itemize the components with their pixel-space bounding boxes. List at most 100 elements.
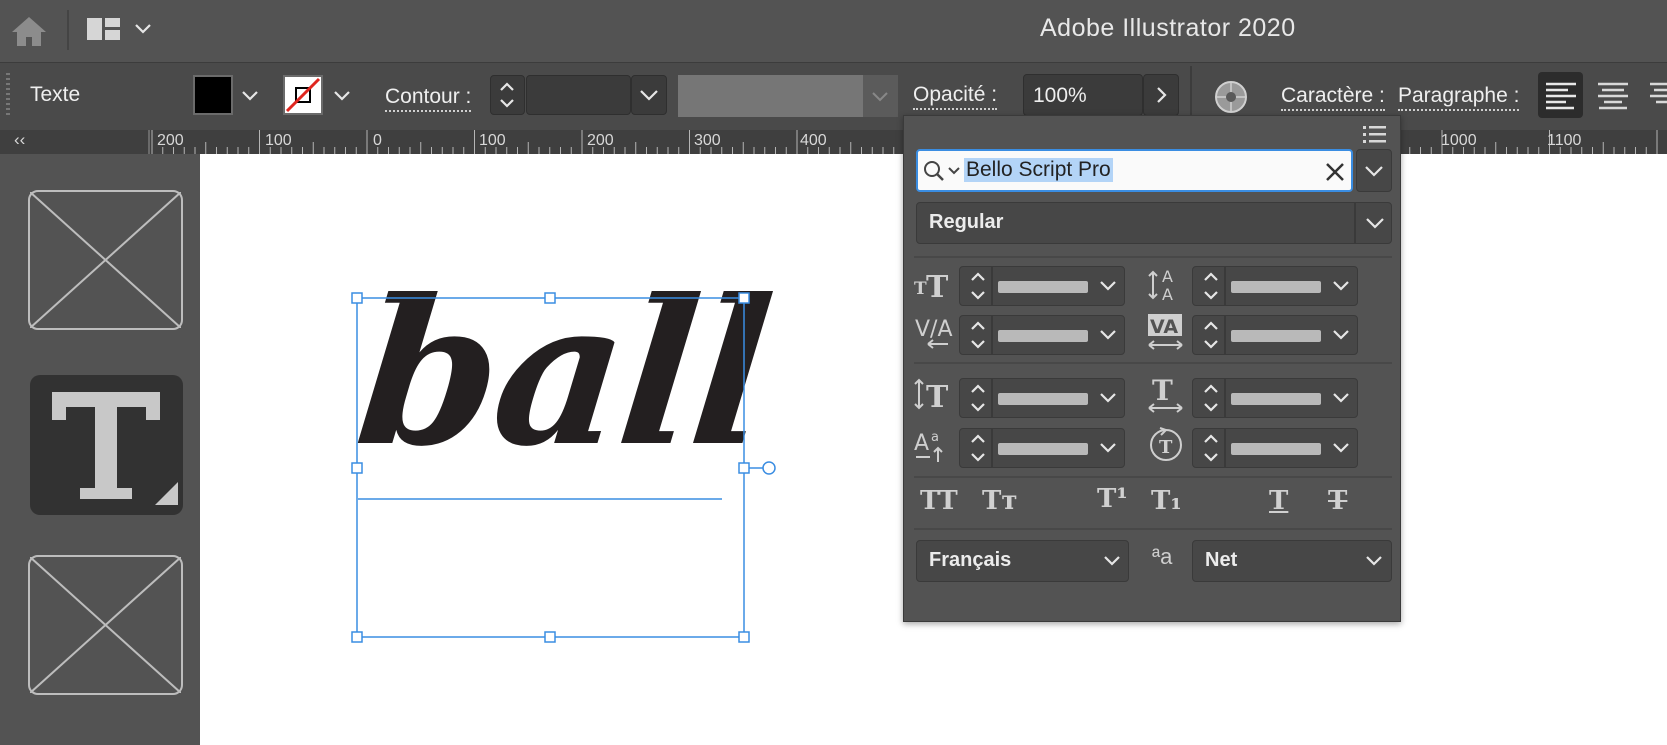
horizontal-ruler: ‹‹ 200 100 0 100 200 300 400 1000 1100	[0, 130, 1667, 154]
character-panel: Bello Script Pro Regular TT AA V/A VA T …	[903, 115, 1401, 622]
align-right-icon	[1650, 82, 1667, 104]
svg-text:T: T	[926, 270, 949, 304]
align-left-button[interactable]	[1538, 72, 1583, 118]
svg-text:T: T	[926, 380, 949, 414]
stroke-label[interactable]: Contour :	[385, 85, 472, 112]
ruler-label: 1000	[1441, 132, 1477, 149]
character-panel-link[interactable]: Caractère :	[1281, 84, 1385, 111]
search-icon	[924, 161, 960, 181]
align-center-button[interactable]	[1590, 72, 1635, 118]
font-size-control[interactable]	[959, 266, 1125, 306]
separator	[914, 256, 1392, 258]
empty-preset-tile[interactable]	[28, 190, 183, 330]
opacity-label[interactable]: Opacité :	[913, 83, 998, 110]
recolor-artwork-icon[interactable]	[1212, 79, 1250, 115]
svg-text:a: a	[931, 430, 939, 445]
variable-width-profile[interactable]	[678, 75, 863, 117]
divider	[1190, 66, 1192, 122]
paragraph-panel-link[interactable]: Paragraphe :	[1398, 84, 1520, 111]
stepper-arrows-icon[interactable]	[1197, 267, 1225, 305]
font-family-dropdown[interactable]	[1356, 149, 1392, 192]
horizontal-scale-control[interactable]	[1192, 378, 1358, 418]
fill-dropdown-chevron-icon[interactable]	[240, 87, 260, 103]
ruler-label: 100	[479, 132, 506, 149]
placeholder-cross-icon	[29, 556, 182, 694]
vertical-scale-icon: T	[914, 374, 954, 415]
type-tool-icon	[52, 392, 178, 505]
subscript-button[interactable]: T₁	[1151, 486, 1182, 516]
separator	[914, 362, 1392, 364]
stepper-arrows-icon[interactable]	[1197, 316, 1225, 354]
svg-text:A: A	[1162, 285, 1173, 304]
align-left-icon	[1546, 82, 1576, 110]
chevron-down-icon[interactable]	[133, 20, 153, 36]
placeholder-cross-icon	[29, 191, 182, 329]
chevron-down-icon[interactable]	[1093, 379, 1123, 417]
opacity-field[interactable]: 100%	[1023, 74, 1143, 116]
home-icon[interactable]	[10, 14, 48, 48]
chevron-down-icon[interactable]	[1093, 316, 1123, 354]
kerning-value-bar	[998, 330, 1088, 342]
align-right-button[interactable]	[1642, 72, 1667, 118]
ruler-ticks	[151, 130, 1658, 154]
baseline-shift-icon: Aa	[914, 424, 954, 464]
chevron-down-icon	[872, 92, 888, 102]
profile-dropdown[interactable]	[863, 75, 898, 117]
stroke-weight-dropdown[interactable]	[631, 75, 667, 115]
small-caps-button[interactable]: Tт	[982, 486, 1017, 516]
stepper-arrows-icon[interactable]	[1197, 379, 1225, 417]
chevron-down-icon[interactable]	[1326, 429, 1356, 467]
stepper-arrows-icon[interactable]	[964, 316, 992, 354]
svg-text:VA: VA	[1150, 316, 1178, 338]
character-rotation-value-bar	[1231, 443, 1321, 455]
stepper-arrows-icon[interactable]	[964, 267, 992, 305]
all-caps-button[interactable]: TT	[920, 486, 958, 516]
text-selection-box[interactable]	[210, 154, 910, 745]
leading-control[interactable]	[1192, 266, 1358, 306]
superscript-button[interactable]: T¹	[1097, 484, 1128, 514]
stepper-arrows-icon[interactable]	[964, 379, 992, 417]
type-tool-tile[interactable]	[30, 375, 183, 515]
app-title: Adobe Illustrator 2020	[1040, 14, 1296, 42]
kerning-control[interactable]	[959, 315, 1125, 355]
stroke-dropdown-chevron-icon[interactable]	[332, 87, 352, 103]
leading-icon: AA	[1146, 264, 1186, 304]
panel-menu-icon[interactable]	[1362, 124, 1388, 146]
empty-preset-tile[interactable]	[28, 555, 183, 695]
font-family-search-input[interactable]: Bello Script Pro	[916, 149, 1353, 192]
underline-button[interactable]: T	[1269, 486, 1288, 516]
chevron-down-icon[interactable]	[1326, 379, 1356, 417]
clear-icon[interactable]	[1324, 161, 1346, 183]
stroke-weight-stepper[interactable]	[490, 75, 525, 115]
chevron-down-icon[interactable]	[1093, 429, 1123, 467]
chevron-down-icon	[640, 90, 658, 101]
chevron-right-icon	[1157, 87, 1167, 103]
grip-handle-icon[interactable]	[5, 73, 11, 119]
font-style-select[interactable]: Regular	[916, 202, 1392, 244]
stroke-swatch[interactable]	[283, 75, 323, 115]
font-size-icon: TT	[914, 264, 954, 305]
font-family-value: Bello Script Pro	[964, 158, 1113, 182]
vertical-scale-control[interactable]	[959, 378, 1125, 418]
fill-swatch[interactable]	[193, 75, 233, 115]
stepper-arrows-icon[interactable]	[964, 429, 992, 467]
ruler-label: 300	[694, 132, 721, 149]
workspace-layout-icon[interactable]	[86, 16, 122, 44]
antialias-select[interactable]: Net	[1192, 540, 1392, 582]
language-select[interactable]: Français	[916, 540, 1129, 582]
chevron-down-icon[interactable]	[1326, 316, 1356, 354]
baseline-shift-value-bar	[998, 443, 1088, 455]
svg-text:V/A: V/A	[915, 317, 953, 342]
baseline-shift-control[interactable]	[959, 428, 1125, 468]
opacity-stepper[interactable]	[1143, 74, 1179, 116]
chevron-down-icon[interactable]	[1093, 267, 1123, 305]
vertical-scale-value-bar	[998, 393, 1088, 405]
chevron-down-icon	[1104, 556, 1120, 566]
strikethrough-button[interactable]: T	[1328, 486, 1347, 516]
character-rotation-control[interactable]	[1192, 428, 1358, 468]
stroke-weight-field[interactable]	[526, 75, 631, 115]
stepper-arrows-icon[interactable]	[1197, 429, 1225, 467]
title-bar: Adobe Illustrator 2020	[0, 0, 1667, 62]
chevron-down-icon[interactable]	[1326, 267, 1356, 305]
tracking-control[interactable]	[1192, 315, 1358, 355]
